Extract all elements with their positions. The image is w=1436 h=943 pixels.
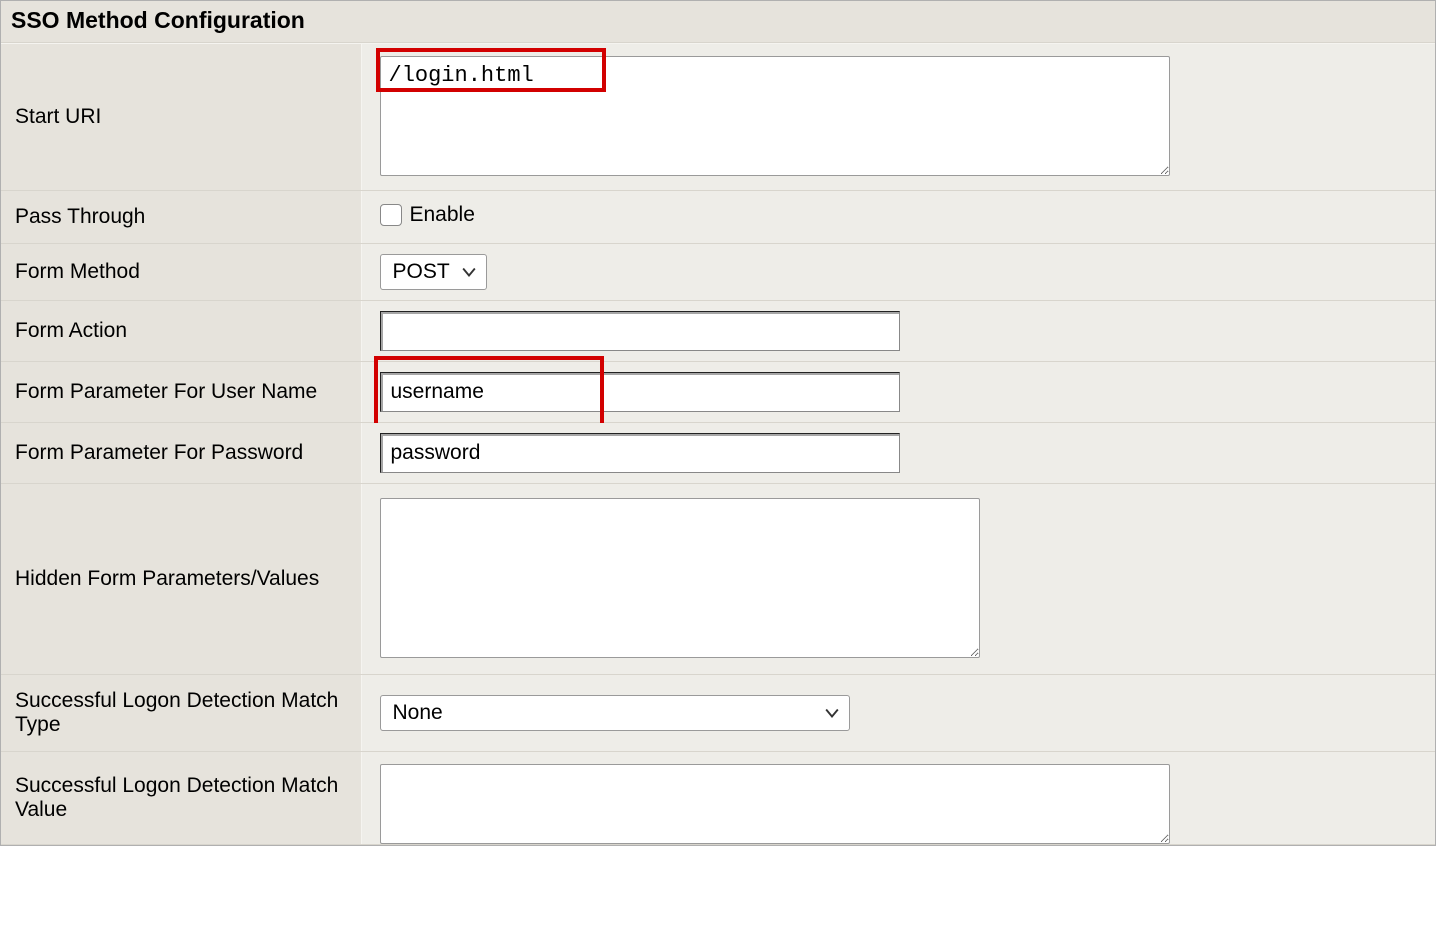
row-pass-through: Pass Through Enable — [1, 191, 1435, 244]
row-form-method: Form Method POST — [1, 244, 1435, 301]
chevron-down-icon — [825, 706, 839, 720]
hidden-params-input[interactable] — [380, 498, 980, 658]
logon-match-type-select[interactable]: None — [380, 695, 850, 731]
panel-title: SSO Method Configuration — [1, 1, 1435, 43]
label-start-uri: Start URI — [1, 44, 361, 191]
param-user-input[interactable] — [380, 372, 900, 412]
pass-through-checkbox[interactable] — [380, 204, 402, 226]
form-action-input[interactable] — [380, 311, 900, 351]
config-table: Start URI Pass Through Enable Form Metho… — [1, 43, 1435, 845]
sso-method-config-panel: SSO Method Configuration Start URI Pass … — [0, 0, 1436, 846]
form-method-value: POST — [393, 260, 450, 284]
row-param-user: Form Parameter For User Name — [1, 362, 1435, 423]
label-pass-through: Pass Through — [1, 191, 361, 244]
form-method-select[interactable]: POST — [380, 254, 487, 290]
row-logon-match-value: Successful Logon Detection Match Value — [1, 752, 1435, 845]
chevron-down-icon — [462, 265, 476, 279]
param-pass-input[interactable] — [380, 433, 900, 473]
start-uri-input[interactable] — [380, 56, 1170, 176]
row-form-action: Form Action — [1, 301, 1435, 362]
row-param-pass: Form Parameter For Password — [1, 423, 1435, 484]
row-hidden-params: Hidden Form Parameters/Values — [1, 484, 1435, 675]
label-form-method: Form Method — [1, 244, 361, 301]
label-logon-match-value: Successful Logon Detection Match Value — [1, 752, 361, 845]
label-param-user: Form Parameter For User Name — [1, 362, 361, 423]
label-form-action: Form Action — [1, 301, 361, 362]
label-logon-match-type: Successful Logon Detection Match Type — [1, 675, 361, 752]
label-hidden-params: Hidden Form Parameters/Values — [1, 484, 361, 675]
logon-match-value-input[interactable] — [380, 764, 1170, 844]
logon-match-type-value: None — [393, 701, 443, 725]
pass-through-checkbox-label: Enable — [410, 203, 475, 227]
row-logon-match-type: Successful Logon Detection Match Type No… — [1, 675, 1435, 752]
row-start-uri: Start URI — [1, 44, 1435, 191]
label-param-pass: Form Parameter For Password — [1, 423, 361, 484]
